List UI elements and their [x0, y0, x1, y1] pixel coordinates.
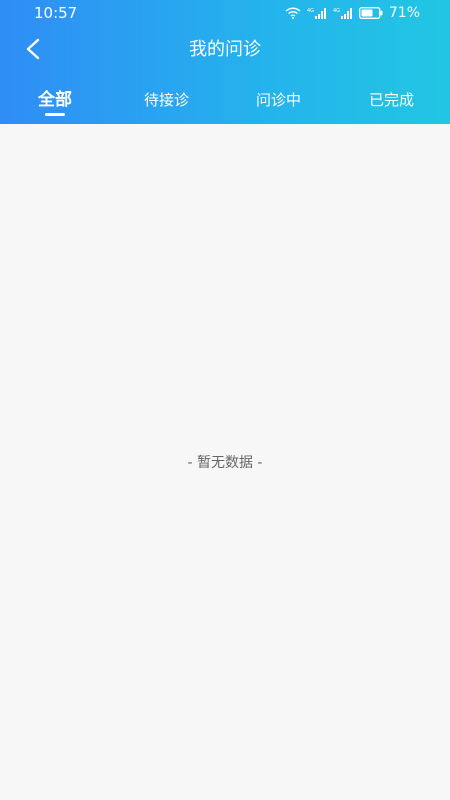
tab-all[interactable]: 全部 [38, 86, 72, 118]
page-title: 我的问诊 [189, 39, 261, 60]
svg-text:4G: 4G [307, 8, 314, 14]
battery-percentage: 71% [388, 5, 420, 21]
header: 10:57 4G 4G 71% 我的问诊 全部 待接诊 问诊中 已完成 [0, 0, 450, 124]
battery-icon [358, 7, 383, 19]
signal-4g-icon: 4G [307, 7, 327, 19]
svg-text:4G: 4G [333, 8, 340, 14]
signal-4g-icon: 4G [333, 7, 353, 19]
tab-label: 已完成 [369, 91, 415, 109]
tab-label: 待接诊 [144, 91, 190, 109]
tab-label: 问诊中 [256, 91, 302, 109]
tab-pending[interactable]: 待接诊 [144, 86, 189, 118]
content-area: - 暂无数据 - [0, 124, 450, 800]
status-icons: 4G 4G 71% [285, 4, 420, 22]
tab-label: 全部 [38, 90, 72, 110]
wifi-icon [285, 7, 301, 19]
tab-in-progress[interactable]: 问诊中 [256, 86, 301, 118]
tab-completed[interactable]: 已完成 [369, 86, 414, 118]
status-bar: 10:57 4G 4G 71% [0, 0, 450, 26]
nav-bar: 我的问诊 [0, 30, 450, 70]
status-time: 10:57 [34, 4, 78, 22]
tab-bar: 全部 待接诊 问诊中 已完成 [0, 86, 450, 124]
active-tab-indicator [45, 113, 65, 116]
empty-state-text: - 暂无数据 - [187, 455, 263, 471]
